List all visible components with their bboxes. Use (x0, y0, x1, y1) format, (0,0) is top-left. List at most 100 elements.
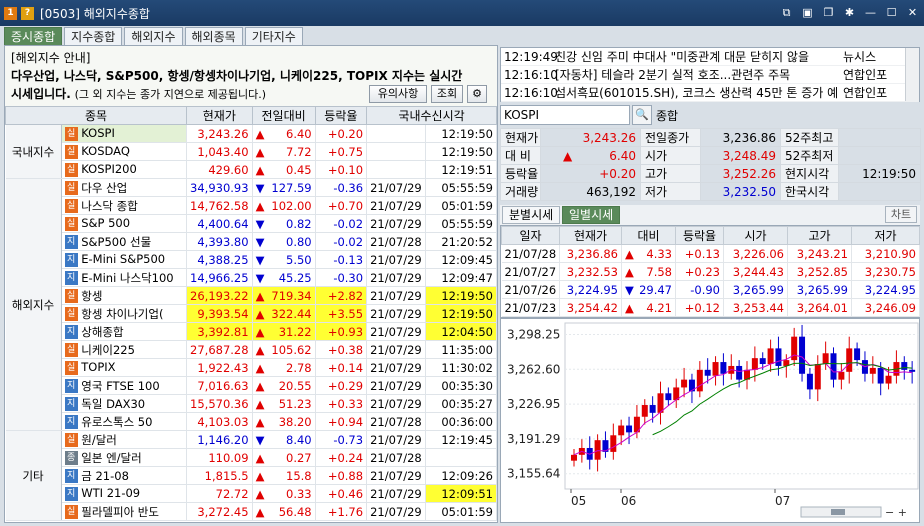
daily-row[interactable]: 21/07/27 3,232.53 ▲ 7.58 +0.23 3,244.43 3,252.… (501, 262, 920, 281)
table-row[interactable]: 지 유로스톡스 50 4,103.03 ▲ 38.20 +0.94 21/07/28 00:… (6, 412, 498, 431)
table-row[interactable]: 해외지수 실 다우 산업 34,930.93 ▼ 127.59 -0.36 21/07/29… (5, 178, 498, 431)
tab-other-index[interactable]: 기타지수 (244, 27, 303, 46)
news-item[interactable]: 12:16:10 섬서흑묘(601015.SH), 코크스 생산력 45만 톤 증… (501, 84, 919, 102)
daily-col-header[interactable]: 일자 (501, 226, 560, 245)
tab-minute-quotes[interactable]: 분별시세 (502, 206, 561, 224)
query-button[interactable]: 조회 (431, 85, 463, 103)
cell-name[interactable]: 지 상해종합 (61, 322, 188, 341)
cell-date: 21/07/29 (366, 178, 426, 197)
tab-daily-quotes[interactable]: 일별시세 (562, 206, 621, 224)
tab-foreign-index[interactable]: 해외지수 (124, 27, 183, 46)
cell-name[interactable]: 실 KOSPI200 (61, 160, 188, 179)
news-scrollbar[interactable] (905, 48, 919, 101)
col-header-time[interactable]: 국내수신시각 (366, 106, 497, 125)
cell-name[interactable]: 실 KOSPI (61, 124, 188, 143)
tab-foreign-stocks[interactable]: 해외종목 (184, 27, 243, 46)
daily-col-header[interactable]: 저가 (851, 226, 920, 245)
table-row[interactable]: 실 니케이225 27,687.28 ▲ 105.62 +0.38 21/07/29 11:… (6, 340, 498, 359)
candlestick-chart[interactable]: 3,298.25 3,262.60 3,226.95 3,191.29 3,155.64… (500, 318, 920, 523)
col-header-name[interactable]: 종목 (4, 106, 188, 125)
table-row[interactable]: 실 필라델피아 반도 3,272.45 ▲ 56.48 +1.76 21/07/29 05:… (6, 502, 498, 521)
daily-row[interactable]: 21/07/26 3,224.95 ▼ 29.47 -0.90 3,265.99 3,265… (501, 280, 920, 299)
tab-index-summary[interactable]: 지수종합 (64, 27, 123, 46)
table-row[interactable]: 지 WTI 21-09 72.72 ▲ 0.33 +0.46 21/07/29 12:09:… (6, 484, 498, 503)
notice-button[interactable]: 유의사항 (369, 85, 427, 103)
cell-name[interactable]: 실 다우 산업 (61, 178, 188, 197)
chart-button[interactable]: 차트 (885, 206, 917, 223)
daily-col-header[interactable]: 대비 (621, 226, 676, 245)
candle-body (830, 353, 837, 380)
daily-row[interactable]: 21/07/23 3,254.42 ▲ 4.21 +0.12 3,253.44 3,264.… (501, 298, 920, 317)
table-row[interactable]: 실 KOSPI200 429.60 ▲ 0.45 +0.10 12:19:51 (6, 160, 498, 179)
table-row[interactable]: 기타 실 원/달러 1,146.20 ▼ 8.40 -0.73 21/07/29 12:19:… (5, 430, 498, 521)
link-icon[interactable]: ⧉ (779, 5, 794, 20)
maximize-icon[interactable]: ☐ (884, 5, 899, 20)
col-header-price[interactable]: 현재가 (186, 106, 253, 125)
table-row[interactable]: 지 E-Mini S&P500 4,388.25 ▼ 5.50 -0.13 21/07/2… (6, 250, 498, 269)
col-header-rate[interactable]: 등락율 (314, 106, 368, 125)
news-item[interactable]: 12:19:49 친강 신임 주미 中대사 "미중관계 대문 닫히지 않을 뉴시스 (501, 48, 919, 66)
cell-name[interactable]: 실 필라델피아 반도 (61, 502, 188, 521)
cell-name[interactable]: 실 항셍 (61, 286, 188, 305)
cell-time: 05:55:59 (425, 178, 498, 197)
cell-rate: -0.02 (315, 214, 368, 233)
number-badge[interactable]: 1 (4, 6, 17, 20)
table-row[interactable]: 실 나스닥 종합 14,762.58 ▲ 102.00 +0.70 21/07/29 05:… (6, 196, 498, 215)
search-icon[interactable]: 🔍 (632, 105, 652, 125)
settings-icon[interactable]: ✱ (842, 5, 857, 20)
table-row[interactable]: 종 일본 엔/달러 110.09 ▲ 0.27 +0.24 21/07/28 (6, 448, 498, 467)
up-arrow-icon: ▲ (255, 360, 265, 375)
table-row[interactable]: 지 S&P500 선물 4,393.80 ▼ 0.80 -0.02 21/07/28 21:… (6, 232, 498, 251)
cell-name[interactable]: 지 영국 FTSE 100 (61, 376, 188, 395)
quote-price: 3,243.26 (540, 128, 641, 147)
tab-market-summary[interactable]: 증시종합 (4, 27, 63, 46)
table-row[interactable]: 실 KOSDAQ 1,043.40 ▲ 7.72 +0.75 12:19:50 (6, 142, 498, 161)
daily-table: 일자 현재가 대비 등락율 시가 고가 저가 21/07/28 3,236.86 ▲ 4.33 +0… (501, 226, 920, 317)
table-row[interactable]: 지 상해종합 3,392.81 ▲ 31.22 +0.93 21/07/29 12:04:5… (6, 322, 498, 341)
cell-name[interactable]: 지 E-Mini S&P500 (61, 250, 188, 269)
cell-name[interactable]: 실 나스닥 종합 (61, 196, 188, 215)
symbol-input[interactable]: KOSPI (500, 105, 630, 125)
table-row[interactable]: 지 금 21-08 1,815.5 ▲ 15.8 +0.88 21/07/29 12:09:… (6, 466, 498, 485)
cell-name[interactable]: 지 S&P500 선물 (61, 232, 188, 251)
cell-name[interactable]: 실 니케이225 (61, 340, 188, 359)
screen-icon[interactable]: ▣ (800, 5, 815, 20)
table-row[interactable]: 실 항셍 차이나기업(9,393.54 ▲ 322.44 +3.55 21/07/29 1… (6, 304, 498, 323)
close-icon[interactable]: ✕ (905, 5, 920, 20)
cell-change: ▲ 0.33 (252, 484, 316, 503)
cell-name[interactable]: 지 유로스톡스 50 (61, 412, 188, 431)
col-header-change[interactable]: 전일대비 (251, 106, 316, 125)
daily-col-header[interactable]: 고가 (787, 226, 852, 245)
daily-col-header[interactable]: 시가 (723, 226, 788, 245)
cell-name[interactable]: 실 항셍 차이나기업( (61, 304, 188, 323)
table-row[interactable]: 지 E-Mini 나스닥100 14,966.25 ▼ 45.25 -0.30 21/07… (6, 268, 498, 287)
daily-price: 3,254.42 (559, 298, 622, 317)
cell-name[interactable]: 종 일본 엔/달러 (61, 448, 188, 467)
table-row[interactable]: 실 TOPIX 1,922.43 ▲ 2.78 +0.14 21/07/29 11:30:0… (6, 358, 498, 377)
table-row[interactable]: 지 영국 FTSE 100 7,016.63 ▲ 20.55 +0.29 21/07/29… (6, 376, 498, 395)
table-row[interactable]: 실 항셍 26,193.22 ▲ 719.34 +2.82 21/07/29 12:19:5… (6, 286, 498, 305)
table-row[interactable]: 국내지수 실 KOSPI 3,243.26 ▲ 6.40 +0.20 12:19:50 (5, 124, 498, 179)
table-row[interactable]: 실 S&P 500 4,400.64 ▼ 0.82 -0.02 21/07/29 05:55… (6, 214, 498, 233)
cell-name[interactable]: 실 TOPIX (61, 358, 188, 377)
daily-col-header[interactable]: 등락율 (675, 226, 724, 245)
cell-name[interactable]: 지 독일 DAX30 (61, 394, 188, 413)
cell-price: 429.60 (186, 160, 253, 179)
gear-icon[interactable]: ⚙ (467, 85, 487, 103)
cell-name[interactable]: 실 원/달러 (61, 430, 188, 449)
daily-col-header[interactable]: 현재가 (559, 226, 622, 245)
copy-icon[interactable]: ❐ (821, 5, 836, 20)
cell-change: ▲ 322.44 (252, 304, 316, 323)
table-row[interactable]: 지 독일 DAX30 15,570.36 ▲ 51.23 +0.33 21/07/29 00… (6, 394, 498, 413)
cell-name[interactable]: 지 WTI 21-09 (61, 484, 188, 503)
minimize-icon[interactable]: — (863, 5, 878, 20)
help-badge[interactable]: ? (21, 6, 34, 20)
daily-row[interactable]: 21/07/28 3,236.86 ▲ 4.33 +0.13 3,226.06 3,243.… (501, 244, 920, 263)
cell-name[interactable]: 지 금 21-08 (61, 466, 188, 485)
cell-name[interactable]: 실 KOSDAQ (61, 142, 188, 161)
news-item[interactable]: 12:16:10 [자동차] 테슬라 2분기 실적 호조...관련주 주목 연합인포 (501, 66, 919, 84)
cell-name[interactable]: 실 S&P 500 (61, 214, 188, 233)
label-open: 시가 (640, 146, 701, 165)
cell-name[interactable]: 지 E-Mini 나스닥100 (61, 268, 188, 287)
change-value: 5.50 (286, 252, 312, 267)
